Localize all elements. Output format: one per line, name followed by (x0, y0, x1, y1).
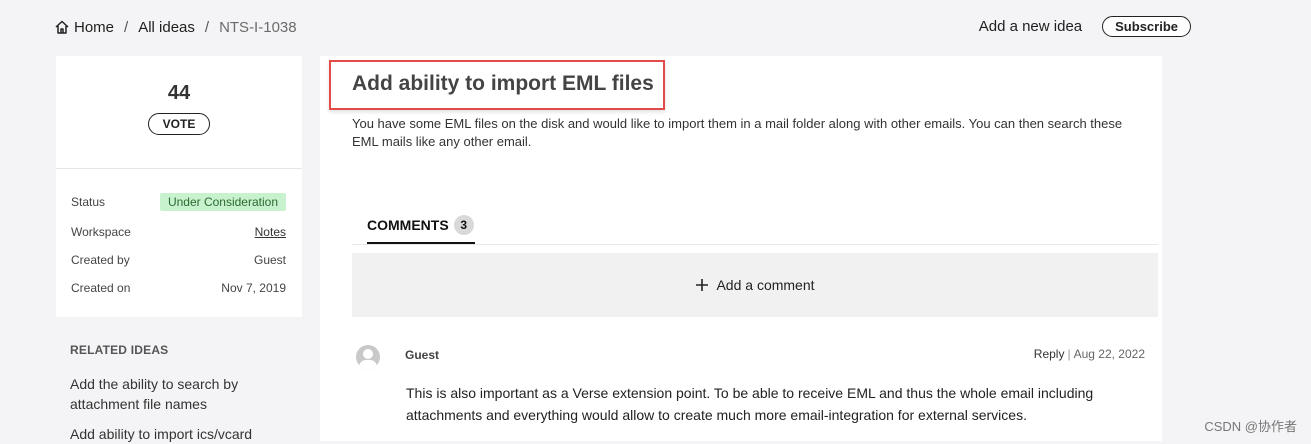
reply-link[interactable]: Reply (1034, 347, 1065, 361)
add-comment-button[interactable]: Add a comment (352, 253, 1158, 317)
idea-meta-card: Status Under Consideration Workspace Not… (56, 169, 302, 317)
workspace-link[interactable]: Notes (255, 225, 286, 239)
idea-title: Add ability to import EML files (352, 72, 654, 95)
breadcrumb-all-ideas-link[interactable]: All ideas (138, 19, 195, 36)
comment-body: This is also important as a Verse extens… (406, 385, 1094, 423)
tab-comments[interactable]: COMMENTS 3 (367, 215, 474, 235)
workspace-label: Workspace (71, 225, 131, 239)
status-badge: Under Consideration (159, 193, 286, 211)
created-by-label: Created by (71, 253, 130, 267)
breadcrumb-separator: / (204, 18, 210, 36)
related-idea-link[interactable]: Add the ability to search by attachment … (70, 374, 290, 414)
meta-row-created-on: Created on Nov 7, 2019 (71, 278, 286, 298)
related-ideas-title: RELATED IDEAS (70, 343, 169, 357)
breadcrumb-home-link[interactable]: Home (74, 19, 114, 36)
add-comment-label: Add a comment (716, 277, 815, 293)
meta-row-workspace: Workspace Notes (71, 222, 286, 242)
user-avatar-icon (356, 345, 380, 369)
idea-description: You have some EML files on the disk and … (352, 116, 1123, 149)
breadcrumb: Home / All ideas / NTS-I-1038 (54, 17, 297, 37)
status-label: Status (71, 195, 106, 209)
comment-count-badge: 3 (453, 215, 474, 235)
top-actions: Add a new idea Subscribe (979, 16, 1191, 37)
home-icon[interactable] (54, 19, 70, 35)
vote-count: 44 (167, 82, 191, 104)
created-by-value: Guest (253, 253, 286, 267)
meta-row-created-by: Created by Guest (71, 250, 286, 270)
vote-card: 44 VOTE (56, 56, 302, 169)
vote-button[interactable]: VOTE (147, 113, 211, 135)
related-idea-link[interactable]: Add ability to import ics/vcard (70, 424, 290, 444)
breadcrumb-current: NTS-I-1038 (219, 18, 297, 36)
plus-icon (696, 279, 709, 291)
comment-date: Aug 22, 2022 (1073, 347, 1145, 361)
tab-divider (352, 244, 1158, 245)
created-on-label: Created on (71, 281, 131, 295)
created-on-value: Nov 7, 2019 (221, 281, 286, 295)
meta-row-status: Status Under Consideration (71, 192, 286, 212)
tab-comments-label: COMMENTS (367, 217, 449, 233)
add-new-idea-link[interactable]: Add a new idea (979, 18, 1082, 35)
comment-meta: Reply | Aug 22, 2022 (1033, 347, 1145, 361)
subscribe-button[interactable]: Subscribe (1102, 16, 1191, 37)
watermark: CSDN @协作者 (1204, 419, 1297, 434)
breadcrumb-separator: / (124, 18, 129, 36)
comment-author: Guest (405, 348, 440, 362)
